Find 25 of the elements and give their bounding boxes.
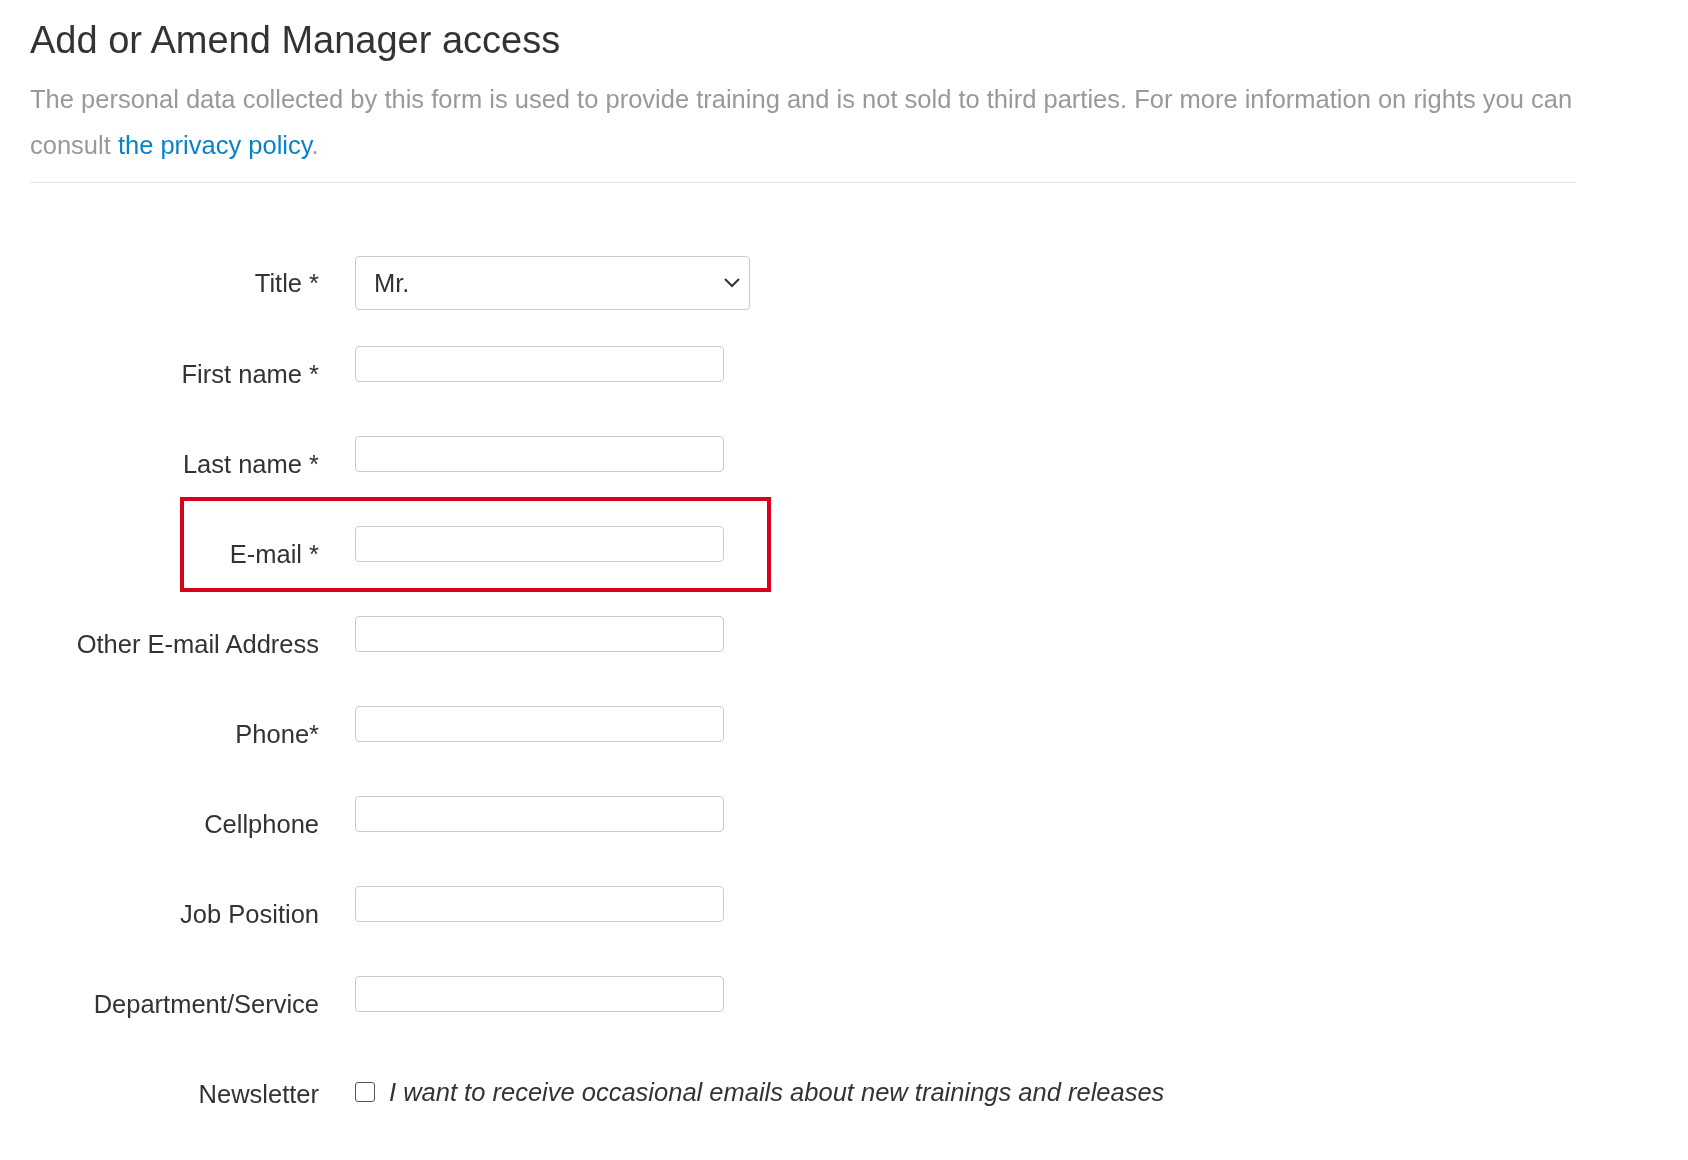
input-field[interactable] (355, 886, 724, 922)
input-field[interactable] (355, 706, 724, 742)
privacy-notice: The personal data collected by this form is used to provide training and is not sold to third parties. For more information on rights you can consult the privacy policy. (30, 84, 1574, 161)
field-label: Last name * (182, 449, 319, 480)
page-title: Add or Amend Manager access (30, 18, 562, 62)
field-label: E-mail * (229, 539, 319, 570)
input-field[interactable] (355, 346, 724, 382)
title-select[interactable]: Mr. (355, 256, 750, 310)
input-field[interactable] (355, 976, 724, 1012)
field-label: First name * (181, 359, 319, 390)
field-label: Other E-mail Address (76, 629, 319, 660)
input-field[interactable] (355, 796, 724, 832)
field-label: Phone* (235, 719, 319, 750)
input-field[interactable] (355, 436, 724, 472)
chevron-down-icon (723, 277, 741, 289)
field-label: Department/Service (93, 989, 319, 1020)
field-label: Job Position (180, 899, 319, 930)
field-label: Newsletter (198, 1079, 319, 1110)
field-label: Title * (254, 268, 319, 299)
input-field[interactable] (355, 616, 724, 652)
privacy-policy-link[interactable]: the privacy policy (117, 131, 312, 159)
field-label: Cellphone (204, 809, 319, 840)
input-field[interactable] (355, 526, 724, 562)
checkbox-label: I want to receive occasional emails about new trainings and releases (389, 1077, 1165, 1108)
checkbox[interactable] (355, 1082, 375, 1102)
